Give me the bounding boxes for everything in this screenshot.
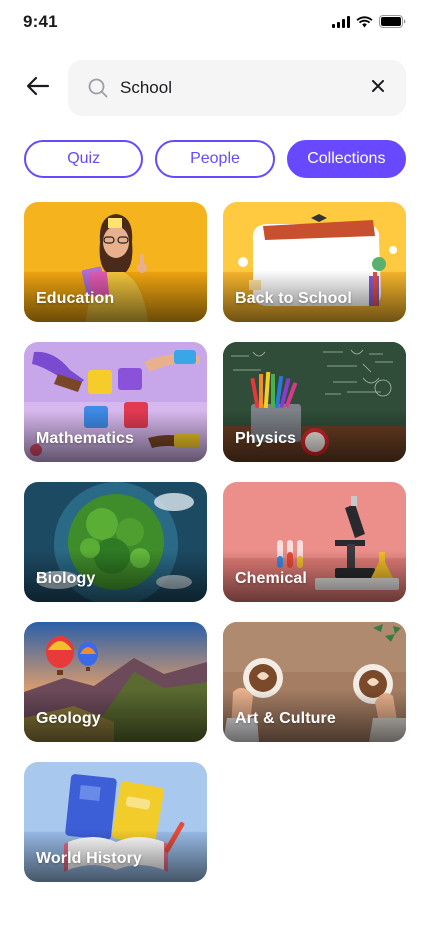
cellular-signal-icon bbox=[332, 15, 350, 28]
battery-icon bbox=[379, 15, 406, 28]
status-time: 9:41 bbox=[23, 12, 58, 31]
search-input[interactable] bbox=[120, 74, 350, 102]
collection-card-biology[interactable]: Biology bbox=[24, 482, 207, 602]
collection-card-education[interactable]: Education bbox=[24, 202, 207, 322]
close-icon bbox=[372, 79, 384, 97]
collection-card-world-history[interactable]: World History bbox=[24, 762, 207, 882]
tab-collections[interactable]: Collections bbox=[286, 140, 406, 178]
back-button[interactable] bbox=[22, 74, 54, 102]
collection-label: Physics bbox=[235, 430, 297, 447]
search-box[interactable] bbox=[68, 60, 406, 116]
search-icon bbox=[88, 78, 108, 103]
collection-label: World History bbox=[36, 850, 142, 867]
arrow-left-icon bbox=[26, 76, 50, 101]
tab-quiz[interactable]: Quiz bbox=[24, 140, 144, 178]
search-tabs: Quiz People Collections bbox=[24, 140, 406, 178]
collection-card-back-to-school[interactable]: Back to School bbox=[223, 202, 406, 322]
collection-card-mathematics[interactable]: Mathematics bbox=[24, 342, 207, 462]
collection-label: Education bbox=[36, 290, 115, 307]
collection-label: Mathematics bbox=[36, 430, 135, 447]
collection-label: Back to School bbox=[235, 290, 352, 307]
collection-label: Chemical bbox=[235, 570, 307, 587]
tab-people[interactable]: People bbox=[155, 140, 275, 178]
collection-label: Art & Culture bbox=[235, 710, 336, 727]
collection-card-geology[interactable]: Geology bbox=[24, 622, 207, 742]
wifi-icon bbox=[356, 15, 373, 28]
collection-card-chemical[interactable]: Chemical bbox=[223, 482, 406, 602]
collection-label: Biology bbox=[36, 570, 96, 587]
clear-search-button[interactable] bbox=[368, 78, 388, 98]
collection-label: Geology bbox=[36, 710, 101, 727]
collection-card-art-culture[interactable]: Art & Culture bbox=[223, 622, 406, 742]
collections-grid: Education Back to School Mathematics Phy… bbox=[24, 202, 406, 882]
collection-card-physics[interactable]: Physics bbox=[223, 342, 406, 462]
status-icons bbox=[332, 15, 406, 28]
status-bar: 9:41 bbox=[0, 0, 430, 44]
